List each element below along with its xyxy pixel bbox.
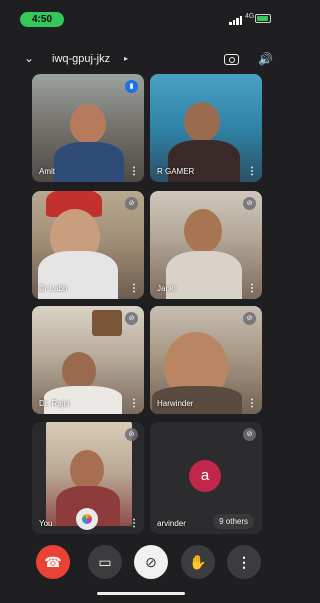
participant-name: Dr. Rajni — [39, 399, 70, 408]
muted-mic-icon: ⊘ — [243, 428, 256, 441]
participant-tile-harwinder[interactable]: ⊘ Harwinder ⋮ — [150, 306, 262, 414]
meeting-header: ⌄ iwq-gpuj-jkz ▸ 🔊 — [0, 44, 282, 74]
more-options-button[interactable]: ⋮ — [227, 545, 261, 579]
battery-icon — [255, 14, 271, 23]
participant-tile-r-gamer[interactable]: R GAMER ⋮ — [150, 74, 262, 182]
shelf-frame — [92, 310, 122, 336]
participant-name: R GAMER — [157, 167, 195, 176]
tile-menu-icon[interactable]: ⋮ — [247, 399, 257, 409]
participant-tile-janki[interactable]: ⊘ Janki ⋮ — [150, 191, 262, 299]
muted-mic-icon: ⊘ — [243, 197, 256, 210]
signal-icon — [229, 16, 243, 25]
participant-name: Amit — [39, 167, 55, 176]
meeting-info-arrow-icon[interactable]: ▸ — [124, 54, 128, 63]
participant-video — [62, 352, 96, 390]
tile-menu-icon[interactable]: ⋮ — [129, 519, 139, 529]
self-tile[interactable]: ⊘ You ⋮ — [32, 422, 144, 534]
tile-menu-icon[interactable]: ⋮ — [129, 399, 139, 409]
speaker-icon[interactable]: 🔊 — [258, 52, 273, 66]
participant-tile-dr-labh[interactable]: ⊘ Dr Labh ⋮ — [32, 191, 144, 299]
participant-name: You — [39, 519, 53, 528]
hand-icon: ✋ — [189, 554, 207, 570]
camera-icon: ▭ — [98, 554, 112, 570]
muted-mic-icon: ⊘ — [243, 312, 256, 325]
chevron-down-icon[interactable]: ⌄ — [24, 51, 34, 65]
others-tile[interactable]: ⊘ a arvinder 9 others — [150, 422, 262, 534]
mic-off-icon: ⊘ — [145, 554, 157, 570]
participant-name: Harwinder — [157, 399, 194, 408]
participant-name: Janki — [157, 284, 176, 293]
participant-video — [184, 102, 220, 142]
participant-video — [70, 104, 106, 144]
raise-hand-button[interactable]: ✋ — [181, 545, 215, 579]
avatar: a — [189, 460, 221, 492]
more-vert-icon: ⋮ — [237, 554, 251, 570]
mic-toggle-button[interactable]: ⊘ — [134, 545, 168, 579]
network-label: 4G — [245, 13, 255, 20]
participant-name: arvinder — [157, 519, 186, 528]
muted-mic-icon: ⊘ — [125, 197, 138, 210]
phone-hangup-icon: ☎ — [44, 554, 62, 570]
tile-menu-icon[interactable]: ⋮ — [247, 284, 257, 294]
participant-name: Dr Labh — [39, 284, 68, 293]
tile-menu-icon[interactable]: ⋮ — [247, 167, 257, 177]
meeting-code[interactable]: iwq-gpuj-jkz — [52, 53, 110, 65]
participant-tile-amit[interactable]: ▮ Amit ⋮ — [32, 74, 144, 182]
participant-tile-dr-rajni[interactable]: ⊘ Dr. Rajni ⋮ — [32, 306, 144, 414]
speaking-indicator-icon: ▮ — [125, 80, 138, 93]
effects-button[interactable] — [76, 508, 98, 530]
muted-mic-icon: ⊘ — [125, 312, 138, 325]
call-controls: ☎ ▭ ⊘ ✋ ⋮ — [0, 545, 282, 583]
tile-menu-icon[interactable]: ⋮ — [129, 167, 139, 177]
muted-mic-icon: ⊘ — [125, 428, 138, 441]
tile-menu-icon[interactable]: ⋮ — [129, 284, 139, 294]
time-pill: 4:50 — [20, 12, 64, 27]
switch-camera-icon[interactable] — [224, 54, 239, 65]
others-count-badge[interactable]: 9 others — [213, 514, 254, 529]
camera-toggle-button[interactable]: ▭ — [88, 545, 122, 579]
status-bar: 4:50 4G — [0, 0, 282, 34]
participant-video — [184, 209, 222, 253]
end-call-button[interactable]: ☎ — [36, 545, 70, 579]
home-indicator[interactable] — [97, 592, 185, 595]
